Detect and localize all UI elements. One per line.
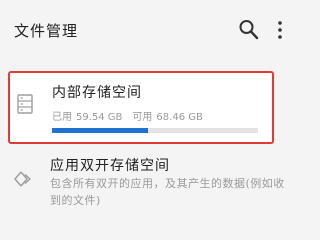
internal-storage-label: 内部存储空间 [52, 85, 142, 101]
dual-app-storage-label: 应用双开存储空间 [50, 158, 170, 174]
storage-usage-text: 已用 59.54 GB 可用 68.46 GB [52, 108, 203, 123]
dual-app-storage-item[interactable]: 应用双开存储空间 包含所有双开的应用，及其产生的数据(例如收到的文件) [0, 150, 287, 220]
dual-app-icon [14, 169, 34, 189]
storage-icon [17, 94, 33, 114]
free-label: 可用 [132, 112, 153, 123]
storage-progress-fill [52, 128, 148, 133]
search-button[interactable] [238, 18, 260, 42]
more-vertical-icon [278, 21, 282, 39]
used-label: 已用 [52, 112, 72, 123]
used-value: 59.54 GB [76, 112, 123, 123]
page-title: 文件管理 [14, 22, 79, 40]
free-value: 68.46 GB [156, 112, 203, 123]
search-icon [239, 20, 259, 40]
more-menu-button[interactable] [275, 20, 285, 40]
internal-storage-item[interactable]: 内部存储空间 已用 59.54 GB 可用 68.46 GB [8, 71, 274, 144]
app-header: 文件管理 [0, 0, 287, 62]
storage-progress-bar [52, 128, 258, 133]
dual-app-storage-description: 包含所有双开的应用，及其产生的数据(例如收到的文件) [50, 177, 285, 207]
